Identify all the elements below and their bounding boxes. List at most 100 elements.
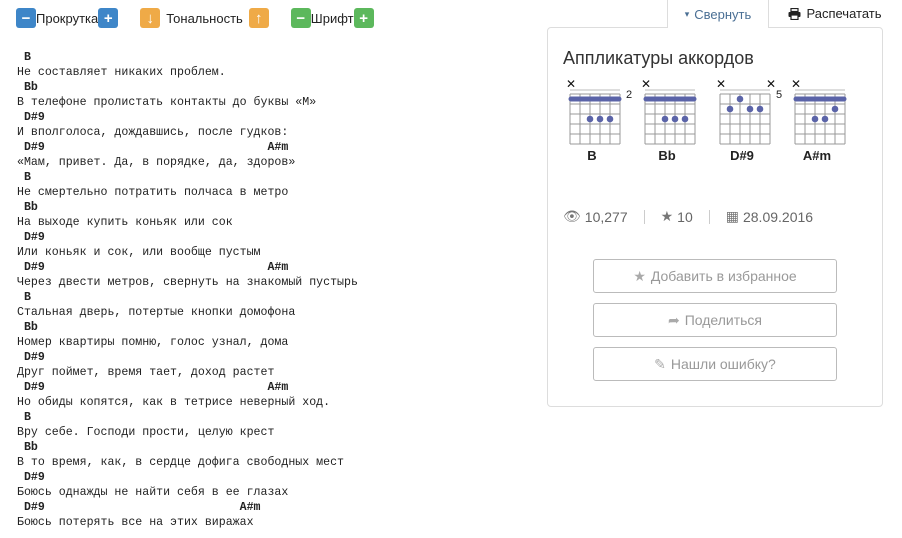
chord-fretboard: ✕ ✕5 <box>716 77 782 145</box>
plus-icon: + <box>359 9 368 27</box>
chord-diagram[interactable]: ✕ 2 B <box>562 77 637 163</box>
key-control: ↓ Тональность ↑ <box>140 8 269 28</box>
finger-dot <box>726 105 734 113</box>
tab-print-label: Распечатать <box>806 6 882 21</box>
minus-icon: − <box>21 9 31 27</box>
finger-dot <box>821 115 829 123</box>
report-error-button[interactable]: ✎ Нашли ошибку? <box>593 347 837 381</box>
share-label: Поделиться <box>684 312 763 328</box>
caret-down-icon: ▾ <box>684 8 690 19</box>
chord-fretboard: ✕ <box>641 77 697 145</box>
add-favorite-label: Добавить в избранное <box>650 268 797 284</box>
font-control: − Шрифт + <box>290 8 374 28</box>
printer-icon <box>788 7 801 20</box>
lyric-line: Боюсь однажды не найти себя в ее глазах <box>17 486 289 499</box>
plus-icon: + <box>103 9 113 27</box>
font-label: Шрифт <box>310 10 354 26</box>
calendar-icon: ▦ <box>725 208 739 224</box>
chord-fretboard: ✕2 <box>566 77 632 145</box>
views-count: 10,277 <box>584 208 628 225</box>
chord-line[interactable]: D#9 A#m <box>17 380 358 395</box>
tab-print[interactable]: Распечатать <box>780 0 890 27</box>
arrow-down-icon: ↓ <box>146 9 154 27</box>
key-up-button[interactable]: ↑ <box>248 8 269 28</box>
minus-icon: − <box>296 9 306 27</box>
lyric-line: В телефоне пролистать контакты до буквы … <box>17 96 317 109</box>
chord-name: B <box>587 148 597 163</box>
chord-line[interactable]: B <box>17 410 358 425</box>
chord-line[interactable]: D#9 <box>17 350 358 365</box>
finger-dot <box>586 115 594 123</box>
publish-date: 28.09.2016 <box>742 208 814 225</box>
chord-diagram[interactable]: ✕ Bb <box>637 77 712 163</box>
toolbar: − Прокрутка + ↓ Тональность ↑ − Шрифт + <box>16 7 396 29</box>
finger-dot <box>661 115 669 123</box>
share-button[interactable]: ➦ Поделиться <box>593 303 837 337</box>
lyric-line: Стальная дверь, потертые кнопки домофона <box>17 306 296 319</box>
lyric-line: Не составляет никаких проблем. <box>17 66 226 79</box>
scroll-label: Прокрутка <box>36 10 99 26</box>
chord-line[interactable]: B <box>17 50 358 65</box>
lyric-line: Вру себе. Господи прости, целую крест <box>17 426 275 439</box>
chord-line[interactable]: D#9 <box>17 470 358 485</box>
divider <box>708 209 710 224</box>
chord-line[interactable]: B <box>17 170 358 185</box>
finger-dot <box>596 115 604 123</box>
share-arrow-icon: ➦ <box>667 311 680 328</box>
font-smaller-button[interactable]: − <box>290 8 311 28</box>
tab-collapse[interactable]: ▾ Свернуть <box>667 0 769 28</box>
chord-line[interactable]: B <box>17 290 358 305</box>
key-label: Тональность <box>166 10 243 26</box>
scroll-slower-button[interactable]: − <box>16 8 36 28</box>
muted-string-marker: ✕ <box>766 80 776 91</box>
lyric-line: Через двести метров, свернуть на знакомы… <box>17 276 358 289</box>
lyric-line: Друг поймет, время тает, доход растет <box>17 366 275 379</box>
finger-dot <box>736 95 744 103</box>
chord-line[interactable]: Bb <box>17 320 358 335</box>
finger-dot <box>811 115 819 123</box>
chord-line[interactable]: D#9 A#m <box>17 140 358 155</box>
chord-line[interactable]: Bb <box>17 440 358 455</box>
song-stats: 👁 10,277 ★ 10 ▦ 28.09.2016 <box>563 208 813 225</box>
scroll-faster-button[interactable]: + <box>98 8 119 28</box>
chord-line[interactable]: Bb <box>17 80 358 95</box>
muted-string-marker: ✕ <box>791 80 801 91</box>
finger-dot <box>671 115 679 123</box>
tab-collapse-label: Свернуть <box>694 6 752 22</box>
lyric-line: Боюсь потерять все на этих виражах <box>17 516 254 529</box>
eye-icon: 👁 <box>563 208 581 224</box>
lyric-line: Не смертельно потратить полчаса в метро <box>17 186 289 199</box>
chord-line[interactable]: D#9 A#m <box>17 500 358 515</box>
report-error-label: Нашли ошибку? <box>670 356 776 372</box>
chord-diagram[interactable]: ✕ A#m <box>787 77 862 163</box>
chord-diagram[interactable]: ✕ ✕ 5 D#9 <box>712 77 787 163</box>
arrow-up-icon: ↑ <box>255 9 263 27</box>
muted-string-marker: ✕ <box>716 80 726 91</box>
chord-name: D#9 <box>730 148 754 163</box>
scroll-control: − Прокрутка + <box>16 8 119 28</box>
chord-line[interactable]: D#9 <box>17 230 358 245</box>
muted-string-marker: ✕ <box>566 80 576 91</box>
add-favorite-button[interactable]: ★ Добавить в избранное <box>593 259 837 293</box>
chord-name: Bb <box>658 148 676 163</box>
chord-line[interactable]: Bb <box>17 200 358 215</box>
song-lyrics: B Не составляет никаких проблем. Bb В теле… <box>17 50 358 530</box>
chord-line[interactable]: D#9 <box>17 110 358 125</box>
key-down-button[interactable]: ↓ <box>140 8 161 28</box>
lyric-line: На выходе купить коньяк или сок <box>17 216 233 229</box>
star-icon: ★ <box>660 208 674 224</box>
star-icon: ★ <box>633 267 646 284</box>
lyric-line: Или коньяк и сок, или вообще пустым <box>17 246 261 259</box>
panel-title: Аппликатуры аккордов <box>563 48 754 68</box>
chord-panel: Аппликатуры аккордов ✕ 2 B ✕ Bb ✕ ✕ 5 D#9 ✕ A#m 👁 … <box>547 27 883 407</box>
divider <box>643 209 645 224</box>
lyric-line: И вполголоса, дождавшись, после гудков: <box>17 126 289 139</box>
chord-fretboard: ✕ <box>791 77 847 145</box>
font-larger-button[interactable]: + <box>353 8 374 28</box>
lyric-line: «Мам, привет. Да, в порядке, да, здоров» <box>17 156 296 169</box>
chord-line[interactable]: D#9 A#m <box>17 260 358 275</box>
chord-name: A#m <box>802 148 832 163</box>
edit-icon: ✎ <box>654 355 666 372</box>
finger-dot <box>606 115 614 123</box>
finger-dot <box>756 105 764 113</box>
